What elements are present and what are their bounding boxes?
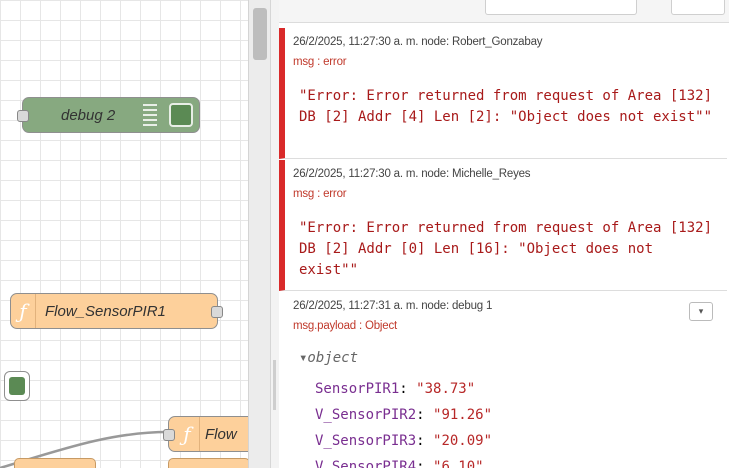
input-port[interactable] <box>17 110 29 122</box>
clear-button[interactable] <box>671 0 725 15</box>
message-topic[interactable]: msg : error <box>293 56 347 68</box>
message-payload: "Error: Error returned from request of A… <box>299 220 721 278</box>
object-property[interactable]: SensorPIR1: "38.73" <box>315 376 492 402</box>
list-lines-icon <box>143 104 157 126</box>
debug-toggle-button[interactable] <box>9 377 25 395</box>
property-key: V_SensorPIR2 <box>315 407 417 423</box>
output-port[interactable] <box>211 306 223 318</box>
workspace-scrollbar[interactable] <box>248 0 271 468</box>
object-property[interactable]: V_SensorPIR3: "20.09" <box>315 428 492 454</box>
message-meta: 26/2/2025, 11:27:31 a. m. node: debug 1 <box>293 300 493 312</box>
object-expand-toggle[interactable]: ▾object <box>299 350 358 366</box>
debug-message: 26/2/2025, 11:27:30 a. m. node: Robert_G… <box>279 28 727 159</box>
function-node-2-label: Flow <box>205 426 237 443</box>
debug-message: 26/2/2025, 11:27:30 a. m. node: Michelle… <box>279 160 727 291</box>
debug-message: 26/2/2025, 11:27:31 a. m. node: debug 1 … <box>279 292 727 468</box>
object-property[interactable]: V_SensorPIR2: "91.26" <box>315 402 492 428</box>
property-value: "6.10" <box>433 459 484 468</box>
message-meta: 26/2/2025, 11:27:30 a. m. node: Robert_G… <box>293 36 543 48</box>
property-value: "38.73" <box>416 381 476 397</box>
object-property[interactable]: V_SensorPIR4: "6.10" <box>315 454 492 468</box>
filter-button[interactable] <box>485 0 637 15</box>
function-node[interactable]: ƒ Flow_SensorPIR1 <box>10 293 223 329</box>
message-payload: "Error: Error returned from request of A… <box>299 88 721 125</box>
message-menu-button[interactable]: ▾ <box>689 302 713 321</box>
debug-node[interactable]: debug 2 <box>17 97 200 133</box>
splitter-grip[interactable] <box>273 360 276 410</box>
message-topic[interactable]: msg : error <box>293 188 347 200</box>
property-key: V_SensorPIR4 <box>315 459 417 468</box>
function-node-partial[interactable] <box>14 458 96 468</box>
property-key: SensorPIR1 <box>315 381 400 397</box>
input-port[interactable] <box>163 429 175 441</box>
function-node-2[interactable]: ƒ Flow <box>163 416 248 452</box>
debug-sidebar: 26/2/2025, 11:27:30 a. m. node: Robert_G… <box>279 0 729 468</box>
function-f-icon: ƒ <box>11 294 36 328</box>
message-topic[interactable]: msg.payload : Object <box>293 320 397 332</box>
flow-wire <box>0 430 169 468</box>
debug-toggle-button[interactable] <box>169 103 193 127</box>
property-key: V_SensorPIR3 <box>315 433 417 449</box>
function-node-partial[interactable] <box>168 458 248 468</box>
debug-node-label: debug 2 <box>61 107 116 124</box>
property-value: "91.26" <box>433 407 493 423</box>
function-node-label: Flow_SensorPIR1 <box>45 303 166 320</box>
flow-workspace[interactable]: debug 2 ƒ Flow_SensorPIR1 ƒ Flow <box>0 0 248 468</box>
function-f-icon: ƒ <box>175 417 200 451</box>
debug-node-partial[interactable] <box>4 371 30 401</box>
object-properties: SensorPIR1: "38.73" V_SensorPIR2: "91.26… <box>315 376 492 468</box>
property-value: "20.09" <box>433 433 493 449</box>
debug-toolbar <box>279 0 729 23</box>
message-meta: 26/2/2025, 11:27:30 a. m. node: Michelle… <box>293 168 531 180</box>
scrollbar-thumb[interactable] <box>253 8 267 60</box>
